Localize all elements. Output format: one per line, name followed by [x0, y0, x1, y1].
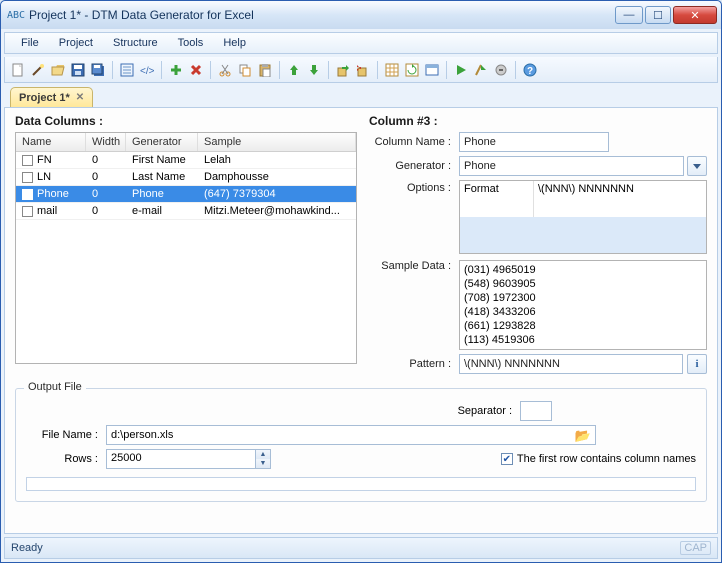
maximize-button[interactable]: ☐ — [645, 6, 671, 24]
first-row-label: The first row contains column names — [517, 453, 696, 465]
tab-label: Project 1* — [19, 92, 70, 104]
refresh-grid-icon[interactable] — [403, 61, 421, 79]
cut-icon[interactable] — [216, 61, 234, 79]
table-row[interactable]: FN0First NameLelah — [16, 152, 356, 169]
app-window: ABC Project 1* - DTM Data Generator for … — [0, 0, 722, 563]
app-icon: ABC — [7, 7, 23, 23]
option-key: Format — [460, 181, 534, 199]
sample-data-box: (031) 4965019(548) 9603905(708) 1972300(… — [459, 260, 707, 350]
data-columns-heading: Data Columns : — [15, 114, 357, 128]
rows-up-icon[interactable]: ▲ — [256, 450, 270, 459]
generator-dropdown-button[interactable] — [687, 156, 707, 176]
svg-text:?: ? — [527, 66, 533, 77]
row-checkbox[interactable] — [22, 172, 33, 183]
copy-icon[interactable] — [236, 61, 254, 79]
checkbox-icon: ✔ — [501, 453, 513, 465]
table-row[interactable]: Phone0Phone(647) 7379304 — [16, 186, 356, 203]
export-icon[interactable] — [334, 61, 352, 79]
row-checkbox[interactable] — [22, 206, 33, 217]
column-detail-heading: Column #3 : — [369, 114, 707, 128]
run-icon[interactable] — [452, 61, 470, 79]
filename-label: File Name : — [26, 429, 106, 441]
options-label: Options : — [369, 180, 459, 194]
menu-project[interactable]: Project — [49, 35, 103, 51]
table-row[interactable]: LN0Last NameDamphousse — [16, 169, 356, 186]
generator-label: Generator : — [369, 160, 459, 172]
sample-data-label: Sample Data : — [369, 260, 459, 272]
filename-input[interactable]: d:\person.xls 📂 — [106, 425, 596, 445]
pattern-label: Pattern : — [369, 358, 459, 370]
status-cap: CAP — [680, 541, 711, 555]
output-legend: Output File — [24, 381, 86, 393]
open-icon[interactable] — [49, 61, 67, 79]
output-file-group: Output File Separator : File Name : d:\p… — [15, 388, 707, 502]
col-header-width[interactable]: Width — [86, 133, 126, 151]
window-title: Project 1* - DTM Data Generator for Exce… — [29, 8, 613, 22]
save-all-icon[interactable] — [89, 61, 107, 79]
rows-stepper[interactable]: 25000 ▲▼ — [106, 449, 271, 469]
browse-file-icon[interactable]: 📂 — [575, 428, 591, 444]
import-icon[interactable] — [354, 61, 372, 79]
menu-bar: File Project Structure Tools Help — [4, 32, 718, 54]
pattern-input[interactable]: \(NNN\) NNNNNNN — [459, 354, 683, 374]
status-text: Ready — [11, 542, 43, 554]
wizard-icon[interactable] — [29, 61, 47, 79]
columns-table[interactable]: Name Width Generator Sample FN0First Nam… — [15, 132, 357, 364]
rows-label: Rows : — [26, 453, 106, 465]
paste-icon[interactable] — [256, 61, 274, 79]
tab-close-icon[interactable]: ✕ — [76, 92, 84, 103]
column-name-label: Column Name : — [369, 136, 459, 148]
first-row-checkbox[interactable]: ✔ The first row contains column names — [501, 453, 696, 465]
run-step-icon[interactable] — [472, 61, 490, 79]
pattern-info-button[interactable]: i — [687, 354, 707, 374]
menu-help[interactable]: Help — [213, 35, 256, 51]
rows-down-icon[interactable]: ▼ — [256, 459, 270, 468]
option-value[interactable]: \(NNN\) NNNNNNN — [534, 181, 706, 199]
separator-label: Separator : — [450, 405, 520, 417]
title-bar[interactable]: ABC Project 1* - DTM Data Generator for … — [1, 1, 721, 29]
column-name-input[interactable]: Phone — [459, 132, 609, 152]
minimize-button[interactable]: — — [615, 6, 643, 24]
row-checkbox[interactable] — [22, 155, 33, 166]
workbook-icon[interactable] — [423, 61, 441, 79]
generator-select[interactable]: Phone — [459, 156, 684, 176]
code-icon[interactable]: </> — [138, 61, 156, 79]
add-icon[interactable] — [167, 61, 185, 79]
separator-input[interactable] — [520, 401, 552, 421]
stop-icon[interactable] — [492, 61, 510, 79]
delete-icon[interactable] — [187, 61, 205, 79]
menu-tools[interactable]: Tools — [168, 35, 214, 51]
col-header-name[interactable]: Name — [16, 133, 86, 151]
col-header-sample[interactable]: Sample — [198, 133, 356, 151]
menu-structure[interactable]: Structure — [103, 35, 168, 51]
tab-strip: Project 1* ✕ — [4, 85, 718, 107]
preferences-icon[interactable] — [118, 61, 136, 79]
new-icon[interactable] — [9, 61, 27, 79]
move-down-icon[interactable] — [305, 61, 323, 79]
col-header-generator[interactable]: Generator — [126, 133, 198, 151]
table-row[interactable]: mail0e-mailMitzi.Meteer@mohawkind... — [16, 203, 356, 220]
row-checkbox[interactable] — [22, 189, 33, 200]
progress-bar — [26, 477, 696, 491]
tab-project[interactable]: Project 1* ✕ — [10, 87, 93, 107]
status-bar: Ready CAP — [4, 537, 718, 559]
toolbar: </> ? — [4, 57, 718, 83]
move-up-icon[interactable] — [285, 61, 303, 79]
help-icon[interactable]: ? — [521, 61, 539, 79]
save-icon[interactable] — [69, 61, 87, 79]
close-button[interactable]: ✕ — [673, 6, 717, 24]
options-grid[interactable]: Format\(NNN\) NNNNNNN — [459, 180, 707, 254]
grid-icon[interactable] — [383, 61, 401, 79]
menu-file[interactable]: File — [11, 35, 49, 51]
svg-text:</>: </> — [140, 66, 154, 77]
